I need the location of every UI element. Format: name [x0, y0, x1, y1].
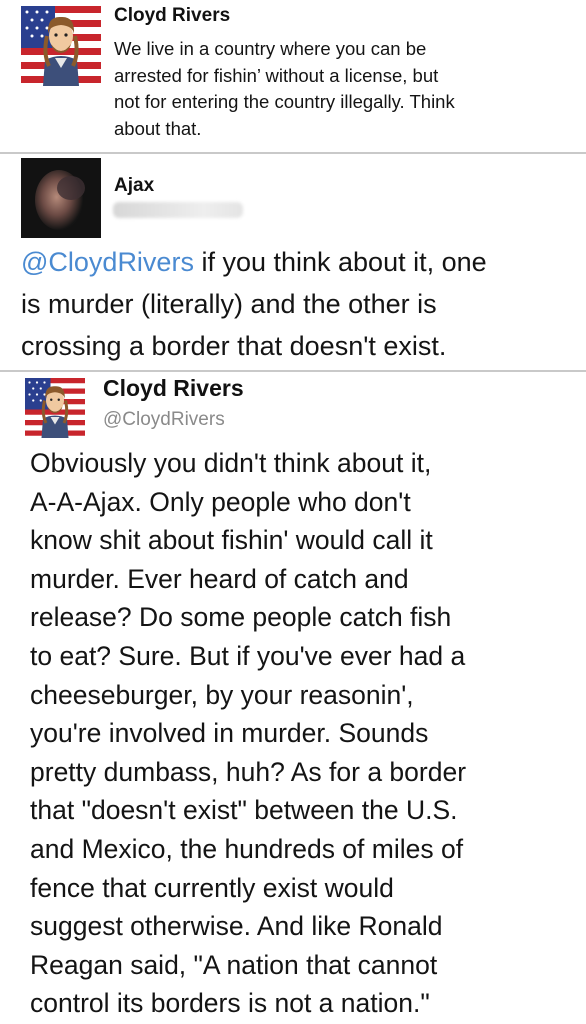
tweet-text: We live in a country where you can be ar…: [114, 38, 455, 139]
tweet-text: Obviously you didn't think about it, A-A…: [30, 448, 467, 1019]
author-name[interactable]: Cloyd Rivers: [114, 5, 230, 27]
profile-photo-icon: [21, 158, 101, 238]
avatar-ajax[interactable]: [21, 158, 101, 238]
flag-portrait-icon: [25, 378, 85, 438]
tweet-card-cloyd-response: Cloyd Rivers @CloydRivers Obviously you …: [0, 372, 586, 1024]
avatar-cloyd-rivers[interactable]: [25, 378, 85, 438]
tweet-card-cloyd-original: Cloyd Rivers We live in a country where …: [0, 0, 586, 152]
author-handle[interactable]: @CloydRivers: [103, 409, 225, 431]
mention-link[interactable]: @CloydRivers: [21, 247, 194, 277]
author-name[interactable]: Ajax: [114, 175, 154, 197]
tweet-card-ajax-reply: Ajax @CloydRivers if you think about it,…: [0, 154, 586, 370]
author-name[interactable]: Cloyd Rivers: [103, 375, 244, 402]
avatar-cloyd-rivers[interactable]: [21, 6, 101, 86]
tweet-text: @CloydRivers if you think about it, one …: [21, 241, 487, 367]
blurred-handle: [113, 202, 243, 218]
flag-portrait-icon: [21, 6, 101, 86]
